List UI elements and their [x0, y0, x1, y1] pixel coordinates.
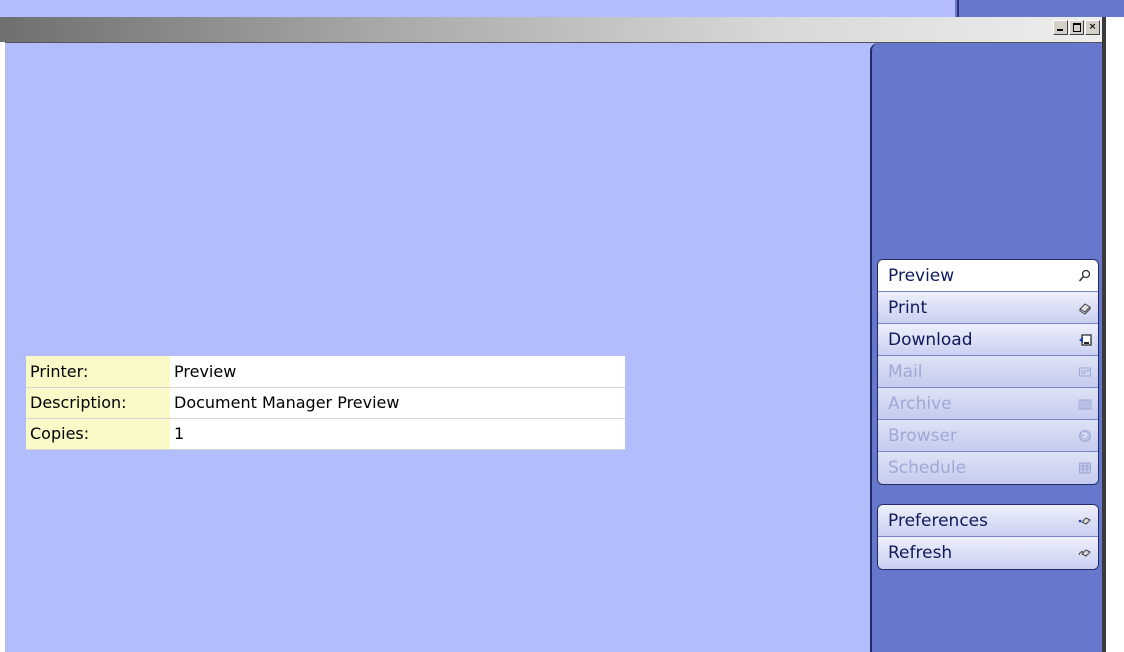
magnifier-icon [1078, 269, 1092, 283]
mail-icon [1078, 365, 1092, 379]
menu-item-browser: Browser [878, 420, 1098, 452]
copies-row: Copies: 1 [26, 418, 625, 450]
menu-item-label: Preferences [888, 510, 988, 531]
menu-item-label: Refresh [888, 543, 953, 563]
menu-item-label: Mail [888, 361, 923, 382]
window-controls: × [1053, 20, 1100, 35]
refresh-icon [1078, 546, 1092, 560]
menu-item-label: Download [888, 329, 973, 350]
preferences-icon [1078, 514, 1092, 528]
maximize-button[interactable] [1069, 20, 1084, 35]
printer-value: Preview [170, 356, 625, 388]
menu-item-schedule: Schedule [878, 452, 1098, 484]
main-content-area [5, 43, 870, 652]
top-divider [957, 0, 959, 17]
menu-item-print[interactable]: Print [878, 292, 1098, 324]
menu-item-label: Print [888, 297, 928, 318]
top-background-strip [0, 0, 955, 17]
top-sidebar-strip [955, 0, 1124, 17]
menu-item-mail: Mail [878, 356, 1098, 388]
printer-icon [1078, 301, 1092, 315]
description-label: Description: [26, 387, 170, 419]
minimize-button[interactable] [1053, 20, 1068, 35]
menu-item-preferences[interactable]: Preferences [878, 505, 1098, 537]
copies-value: 1 [170, 418, 625, 450]
globe-icon [1078, 429, 1092, 443]
printer-label: Printer: [26, 356, 170, 388]
menu-item-label: Archive [888, 393, 952, 414]
description-row: Description: Document Manager Preview [26, 387, 625, 419]
calendar-icon [1078, 461, 1092, 475]
copies-label: Copies: [26, 418, 170, 450]
menu-item-label: Browser [888, 425, 957, 446]
menu-item-preview[interactable]: Preview [878, 260, 1098, 292]
menu-item-refresh[interactable]: Refresh [878, 537, 1098, 569]
menu-item-label: Schedule [888, 458, 967, 478]
description-value: Document Manager Preview [170, 387, 625, 419]
menu-item-download[interactable]: Download [878, 324, 1098, 356]
settings-menu: Preferences Refresh [877, 504, 1099, 570]
menu-item-archive: Archive [878, 388, 1098, 420]
window-titlebar[interactable]: × [0, 17, 1106, 43]
actions-menu: Preview Print Download Mail Archive Brow… [877, 259, 1099, 485]
close-button[interactable]: × [1085, 20, 1100, 35]
right-window-edge [1102, 17, 1106, 652]
printer-info-table: Printer: Preview Description: Document M… [26, 356, 625, 450]
download-icon [1078, 333, 1092, 347]
archive-icon [1078, 397, 1092, 411]
right-window-border [1106, 17, 1124, 652]
menu-item-label: Preview [888, 265, 955, 286]
printer-row: Printer: Preview [26, 356, 625, 388]
